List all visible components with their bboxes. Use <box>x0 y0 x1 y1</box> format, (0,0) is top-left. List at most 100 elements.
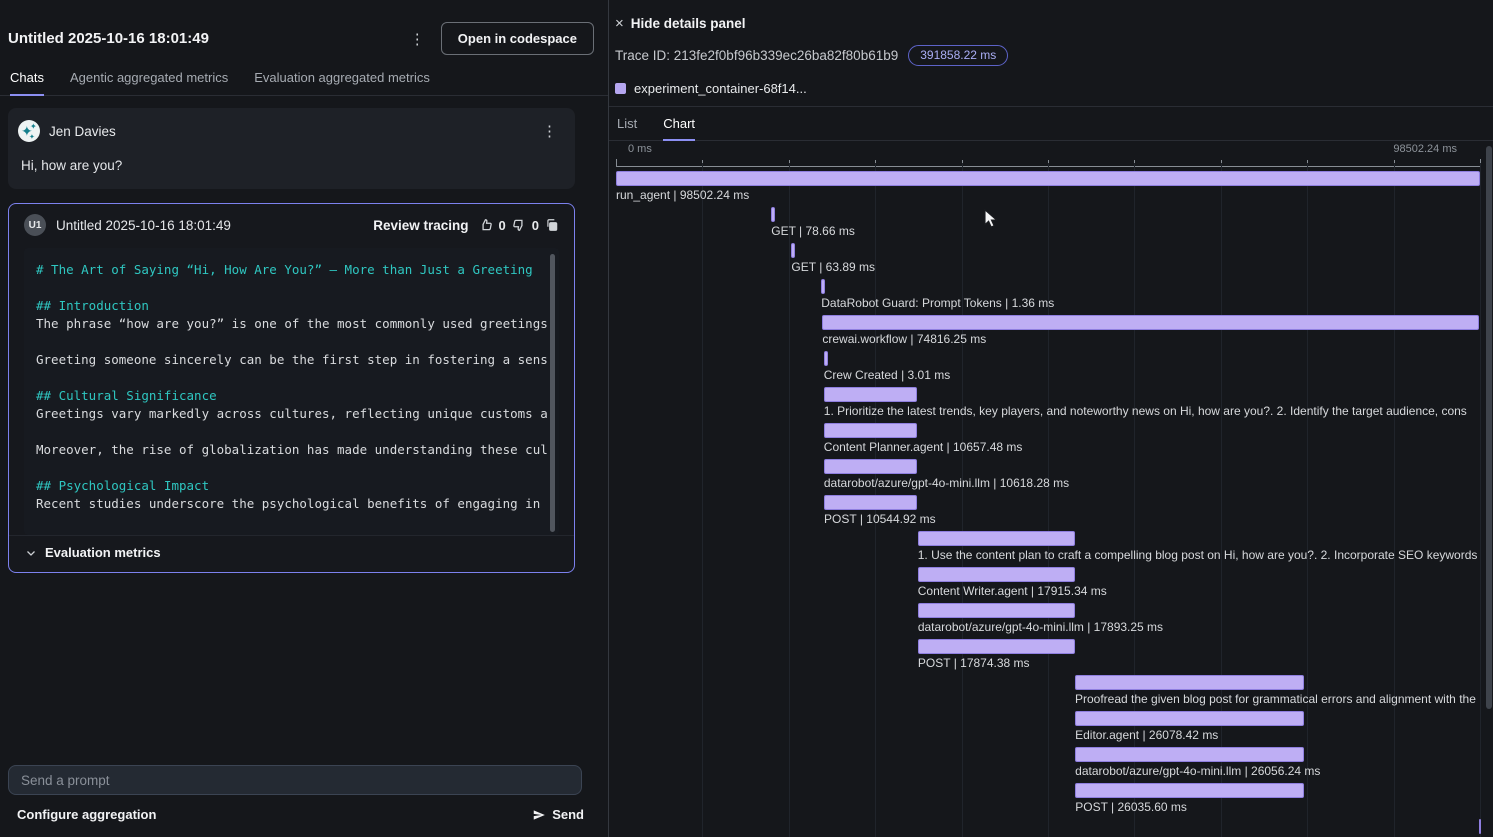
thumbs-down-count: 0 <box>532 218 539 233</box>
review-tracing-link[interactable]: Review tracing <box>373 218 468 233</box>
trace-span-bar[interactable] <box>918 639 1075 654</box>
trace-span-bar[interactable] <box>824 459 917 474</box>
trace-span-row: POST | 10544.92 ms <box>616 495 1480 531</box>
trace-span-bar[interactable] <box>824 423 917 438</box>
trace-span-label: GET | 63.89 ms <box>791 260 875 274</box>
trace-chart-area: 0 ms 98502.24 ms run_agent | 98502.24 ms… <box>609 141 1493 837</box>
trace-span-bar[interactable] <box>1075 747 1304 762</box>
chevron-down-icon <box>25 547 37 559</box>
markdown-line <box>36 279 547 297</box>
trace-id-row: Trace ID: 213fe2f0bf96b339ec26ba82f80b61… <box>615 45 1493 66</box>
trace-span-bar[interactable] <box>1479 819 1481 834</box>
trace-span-row: 1. Prioritize the latest trends, key pla… <box>616 387 1480 423</box>
trace-span-label: datarobot/azure/gpt-4o-mini.llm | 17893.… <box>918 620 1163 634</box>
evaluation-metrics-label: Evaluation metrics <box>45 545 161 560</box>
trace-span-label: Content Writer.agent | 17915.34 ms <box>918 584 1107 598</box>
user-message-card: ✦ ✦ ✦ Jen Davies ⋮ Hi, how are you? <box>8 108 575 189</box>
trace-span-bar[interactable] <box>771 207 775 222</box>
markdown-line <box>36 423 547 441</box>
send-button[interactable]: Send <box>526 806 590 823</box>
message-more-options-icon[interactable]: ⋮ <box>534 120 565 142</box>
user-message-text: Hi, how are you? <box>18 158 565 173</box>
trace-span-bar[interactable] <box>1075 711 1304 726</box>
trace-span-row: Content Writer.agent | 17915.34 ms <box>616 567 1480 603</box>
trace-span-label: POST | 17874.38 ms <box>918 656 1030 670</box>
user-message-header: ✦ ✦ ✦ Jen Davies ⋮ <box>18 120 565 142</box>
trace-span-bar[interactable] <box>791 243 795 258</box>
trace-span-bar[interactable] <box>821 279 825 294</box>
markdown-line: Moreover, the rise of globalization has … <box>36 441 547 459</box>
trace-span-bar[interactable] <box>1075 675 1304 690</box>
trace-span-bar[interactable] <box>918 531 1075 546</box>
more-options-icon[interactable]: ⋮ <box>402 28 433 50</box>
thumbs-up-icon[interactable] <box>479 218 493 232</box>
header-actions: ⋮ Open in codespace <box>402 22 594 55</box>
chart-scrollbar-thumb[interactable] <box>1486 146 1492 709</box>
markdown-line: Greetings vary markedly across cultures,… <box>36 405 547 423</box>
app-root: Untitled 2025-10-16 18:01:49 ⋮ Open in c… <box>0 0 1493 837</box>
chat-panel-header: Untitled 2025-10-16 18:01:49 ⋮ Open in c… <box>0 0 608 55</box>
trace-span-row: Editor.agent | 26078.42 ms <box>616 711 1480 747</box>
response-markdown-block: # The Art of Saying “Hi, How Are You?” —… <box>24 248 559 535</box>
trace-span-bar[interactable] <box>918 603 1075 618</box>
copy-icon[interactable] <box>545 218 559 232</box>
divider <box>609 106 1493 107</box>
trace-span-bar[interactable] <box>824 387 918 402</box>
response-badge: U1 <box>24 214 46 236</box>
trace-span-label: run_agent | 98502.24 ms <box>616 188 749 202</box>
trace-span-bar[interactable] <box>824 495 916 510</box>
trace-span-label: DataRobot Guard: Prompt Tokens | 1.36 ms <box>821 296 1054 310</box>
axis-tick <box>616 159 617 166</box>
response-header: U1 Untitled 2025-10-16 18:01:49 Review t… <box>24 212 559 236</box>
trace-span-row: datarobot/azure/gpt-4o-mini.llm | 17893.… <box>616 603 1480 639</box>
chat-tab-agentic-aggregated-metrics[interactable]: Agentic aggregated metrics <box>70 70 228 96</box>
trace-span-bar[interactable] <box>918 567 1075 582</box>
trace-span-row: DataRobot Guard: Prompt Tokens | 1.36 ms <box>616 279 1480 315</box>
hide-details-label: Hide details panel <box>631 16 746 31</box>
response-actions: Review tracing 0 0 <box>373 218 559 233</box>
open-in-codespace-button[interactable]: Open in codespace <box>441 22 594 55</box>
markdown-line <box>36 459 547 477</box>
trace-span-bar[interactable] <box>616 171 1480 186</box>
chat-tab-chats[interactable]: Chats <box>10 70 44 96</box>
thumbs-down-icon[interactable] <box>512 218 526 232</box>
trace-span-label: Proofread the given blog post for gramma… <box>1075 692 1476 706</box>
configure-aggregation-button[interactable]: Configure aggregation <box>17 807 156 822</box>
hide-details-panel-button[interactable]: × Hide details panel <box>615 16 1493 31</box>
chat-footer: Configure aggregation Send <box>0 795 608 837</box>
gridline <box>1480 163 1481 837</box>
markdown-line <box>36 333 547 351</box>
trace-span-row: crewai.workflow | 74816.25 ms <box>616 315 1480 351</box>
evaluation-metrics-toggle[interactable]: Evaluation metrics <box>9 535 574 572</box>
chat-tab-evaluation-aggregated-metrics[interactable]: Evaluation aggregated metrics <box>254 70 430 96</box>
trace-span-bar[interactable] <box>824 351 828 366</box>
markdown-line: ## Cultural Significance <box>36 387 547 405</box>
markdown-scrollbar[interactable] <box>550 254 555 532</box>
trace-view-tab-chart[interactable]: Chart <box>663 116 695 141</box>
send-icon <box>532 808 546 822</box>
thumbs-up-count: 0 <box>499 218 506 233</box>
trace-span-label: 1. Use the content plan to craft a compe… <box>918 548 1478 562</box>
markdown-line: ## Psychological Impact <box>36 477 547 495</box>
trace-span-label: POST | 26035.60 ms <box>1075 800 1187 814</box>
response-card: U1 Untitled 2025-10-16 18:01:49 Review t… <box>8 203 575 573</box>
trace-id-text: Trace ID: 213fe2f0bf96b339ec26ba82f80b61… <box>615 48 898 63</box>
trace-span-bar[interactable] <box>1075 783 1303 798</box>
trace-span-label: Content Planner.agent | 10657.48 ms <box>824 440 1023 454</box>
trace-span-row: POST | 17874.38 ms <box>616 639 1480 675</box>
prompt-input[interactable] <box>8 765 582 795</box>
markdown-line: # The Art of Saying “Hi, How Are You?” —… <box>36 261 547 279</box>
trace-span-row: Crew Created | 3.01 ms <box>616 351 1480 387</box>
trace-span-label: POST | 10544.92 ms <box>824 512 936 526</box>
user-avatar: ✦ ✦ ✦ <box>18 120 40 142</box>
axis-start-label: 0 ms <box>628 143 652 155</box>
close-icon: × <box>615 18 624 30</box>
trace-span-row: run_agent | 98502.24 ms <box>616 171 1480 207</box>
trace-span-row: datarobot/azure/gpt-4o-mini.llm | 26056.… <box>616 747 1480 783</box>
axis-end-label: 98502.24 ms <box>1393 143 1457 155</box>
trace-view-tab-list[interactable]: List <box>617 116 637 141</box>
markdown-line: Recent studies underscore the psychologi… <box>36 495 547 513</box>
markdown-line <box>36 369 547 387</box>
chat-panel-tabs: Chats Agentic aggregated metrics Evaluatio… <box>0 70 608 96</box>
trace-span-bar[interactable] <box>822 315 1478 330</box>
